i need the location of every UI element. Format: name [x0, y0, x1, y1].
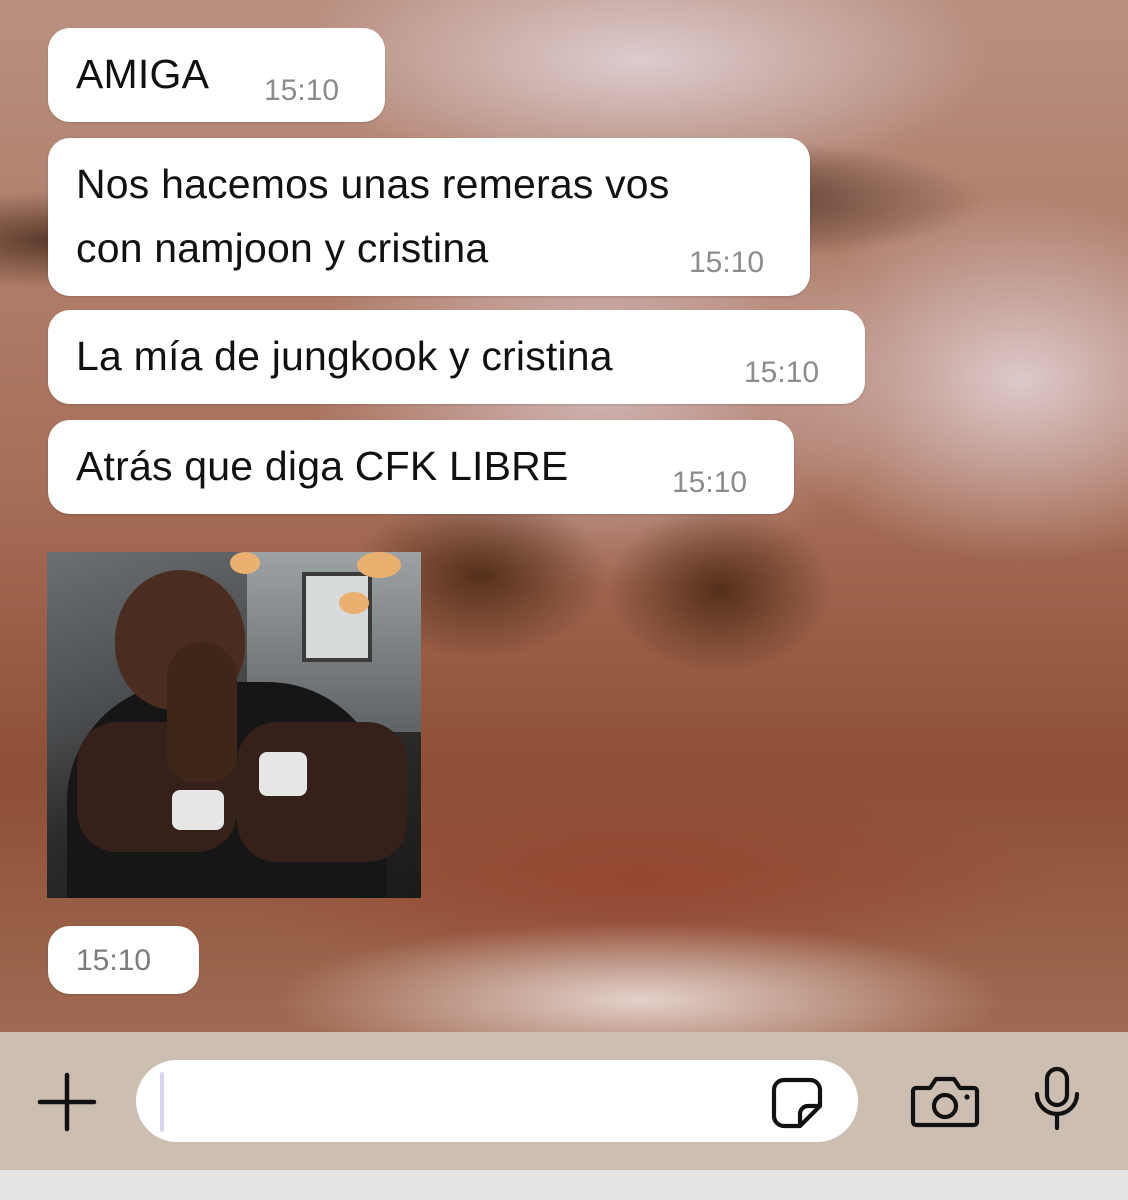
message-bubble[interactable]: AMIGA 15:10 — [48, 28, 385, 122]
message-timestamp: 15:10 — [689, 246, 765, 279]
message-text-line: con namjoon y cristina — [76, 225, 489, 271]
message-timestamp: 15:10 — [744, 356, 820, 389]
camera-icon[interactable] — [910, 1074, 980, 1128]
message-text-line: Nos hacemos unas remeras vos — [76, 161, 670, 207]
message-bubble[interactable]: Atrás que diga CFK LIBRE 15:10 — [48, 420, 794, 514]
text-caret — [160, 1072, 164, 1132]
message-input[interactable] — [170, 1060, 760, 1142]
message-text: AMIGA — [76, 51, 210, 97]
message-input-field[interactable] — [136, 1060, 858, 1142]
bottom-safe-area — [0, 1170, 1128, 1200]
message-timestamp: 15:10 — [264, 74, 340, 107]
message-text: La mía de jungkook y cristina — [76, 333, 613, 379]
plus-icon[interactable] — [36, 1071, 98, 1133]
microphone-icon[interactable] — [1032, 1066, 1082, 1132]
photo-lamp — [357, 552, 401, 578]
photo-lamp — [339, 592, 369, 614]
message-timestamp: 15:10 — [76, 944, 152, 977]
photo-window — [302, 572, 372, 662]
image-message[interactable] — [47, 552, 421, 898]
message-text: Atrás que diga CFK LIBRE — [76, 443, 569, 489]
image-timestamp-bubble: 15:10 — [48, 926, 199, 994]
sticker-icon[interactable] — [770, 1076, 824, 1130]
message-bubble[interactable]: Nos hacemos unas remeras vos con namjoon… — [48, 138, 810, 296]
photo-watch — [259, 752, 307, 796]
message-timestamp: 15:10 — [672, 466, 748, 499]
message-bubble[interactable]: La mía de jungkook y cristina 15:10 — [48, 310, 865, 404]
photo-hands — [167, 642, 237, 782]
photo-watch — [172, 790, 224, 830]
photo-lamp — [230, 552, 260, 574]
